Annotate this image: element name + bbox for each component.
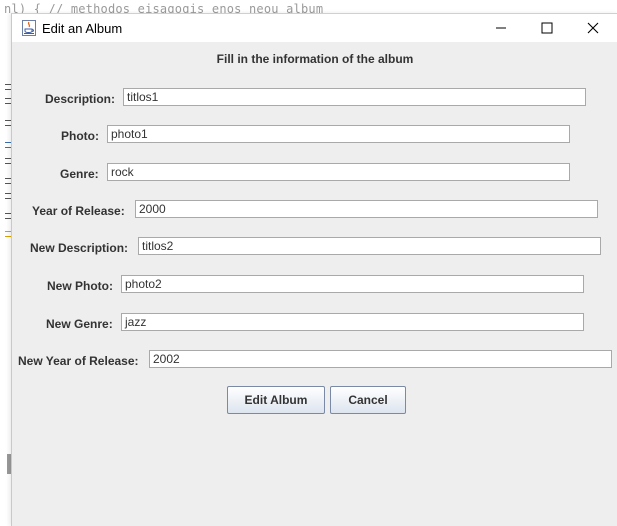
- genre-label: Genre:: [60, 167, 99, 181]
- title-bar[interactable]: Edit an Album: [12, 14, 617, 42]
- new-description-field[interactable]: titlos2: [138, 237, 601, 255]
- year-of-release-field[interactable]: 2000: [135, 200, 598, 218]
- java-coffee-cup-icon: [22, 20, 36, 36]
- new-description-label: New Description:: [30, 241, 129, 255]
- window-title: Edit an Album: [42, 21, 123, 36]
- edit-album-dialog: Edit an Album Fill in the information of…: [11, 13, 617, 526]
- maximize-icon: [541, 22, 553, 34]
- cancel-button[interactable]: Cancel: [330, 386, 406, 414]
- form-heading: Fill in the information of the album: [216, 52, 414, 66]
- photo-field[interactable]: photo1: [107, 125, 570, 143]
- new-genre-field[interactable]: jazz: [121, 313, 584, 331]
- new-photo-label: New Photo:: [47, 279, 113, 293]
- new-year-of-release-label: New Year of Release:: [18, 354, 139, 368]
- new-photo-field[interactable]: photo2: [121, 275, 584, 293]
- photo-label: Photo:: [61, 129, 99, 143]
- close-icon: [587, 22, 599, 34]
- close-button[interactable]: [570, 14, 616, 42]
- year-of-release-label: Year of Release:: [32, 204, 125, 218]
- minimize-button[interactable]: [478, 14, 524, 42]
- maximize-button[interactable]: [524, 14, 570, 42]
- new-genre-label: New Genre:: [46, 317, 113, 331]
- new-year-of-release-field[interactable]: 2002: [149, 350, 612, 368]
- description-field[interactable]: titlos1: [123, 88, 586, 106]
- genre-field[interactable]: rock: [107, 163, 570, 181]
- edit-album-button[interactable]: Edit Album: [227, 386, 325, 414]
- minimize-icon: [496, 27, 506, 29]
- description-label: Description:: [45, 92, 116, 106]
